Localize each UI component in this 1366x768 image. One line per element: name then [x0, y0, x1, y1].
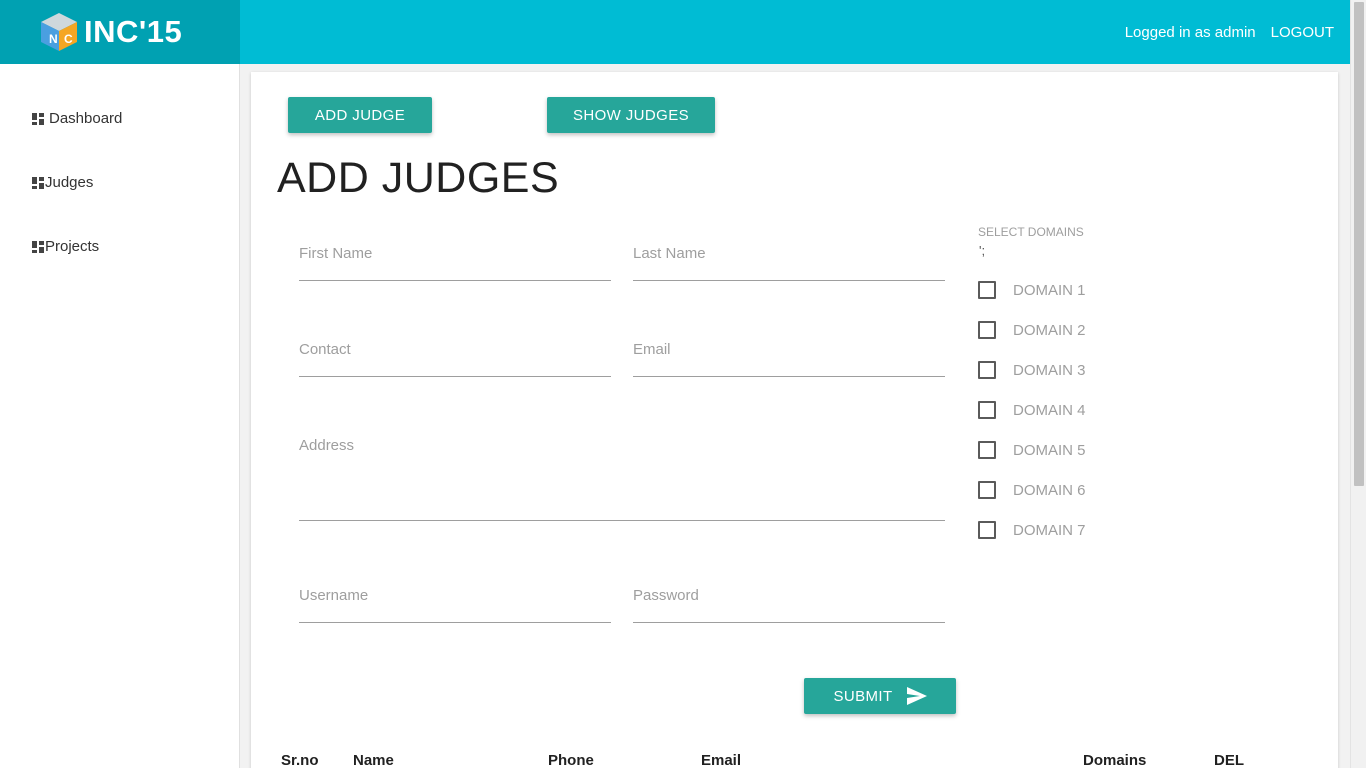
- dashboard-grid-icon: [32, 240, 44, 253]
- domain-label: DOMAIN 2: [1013, 321, 1086, 339]
- first-name-placeholder: First Name: [299, 245, 373, 262]
- domain-checkbox-6[interactable]: DOMAIN 6: [978, 481, 1086, 499]
- domain-checkbox-5[interactable]: DOMAIN 5: [978, 441, 1086, 459]
- domain-label: DOMAIN 1: [1013, 281, 1086, 299]
- submit-button[interactable]: SUBMIT: [804, 678, 956, 714]
- table-header-email: Email: [701, 752, 742, 768]
- checkbox-box: [978, 281, 996, 299]
- submit-label: SUBMIT: [833, 687, 893, 705]
- sidebar-item-label: Judges: [45, 174, 94, 191]
- last-name-placeholder: Last Name: [633, 245, 706, 262]
- table-header-domains: Domains: [1083, 752, 1147, 768]
- domain-checkbox-7[interactable]: DOMAIN 7: [978, 521, 1086, 539]
- sidebar-item-label: Dashboard: [49, 110, 123, 127]
- contact-placeholder: Contact: [299, 341, 351, 358]
- email-field[interactable]: Email: [633, 337, 945, 377]
- domain-label: DOMAIN 7: [1013, 521, 1086, 539]
- email-placeholder: Email: [633, 341, 671, 358]
- brand-logo[interactable]: N C INC'15: [0, 0, 240, 64]
- sidebar-item-projects[interactable]: Projects: [32, 238, 99, 255]
- checkbox-box: [978, 401, 996, 419]
- contact-field[interactable]: Contact: [299, 337, 611, 377]
- sidebar-item-judges[interactable]: Judges: [32, 174, 93, 191]
- checkbox-box: [978, 321, 996, 339]
- stray-text: ';: [979, 243, 986, 258]
- username-field[interactable]: Username: [299, 583, 611, 623]
- username-placeholder: Username: [299, 587, 369, 604]
- sidebar: Dashboard Judges Projects: [0, 64, 240, 768]
- password-placeholder: Password: [633, 587, 699, 604]
- table-header-name: Name: [353, 752, 394, 768]
- top-app-bar: N C INC'15 Logged in as admin LOGOUT: [0, 0, 1350, 64]
- page-scrollbar[interactable]: [1350, 0, 1366, 768]
- domain-checkbox-4[interactable]: DOMAIN 4: [978, 401, 1086, 419]
- dashboard-grid-icon: [32, 176, 44, 189]
- page-title: ADD JUDGES: [277, 154, 560, 202]
- password-field[interactable]: Password: [633, 583, 945, 623]
- last-name-field[interactable]: Last Name: [633, 241, 945, 281]
- domain-checkbox-3[interactable]: DOMAIN 3: [978, 361, 1086, 379]
- sidebar-item-label: Projects: [45, 238, 100, 255]
- logout-link[interactable]: LOGOUT: [1271, 24, 1334, 41]
- domain-checkbox-1[interactable]: DOMAIN 1: [978, 281, 1086, 299]
- checkbox-box: [978, 441, 996, 459]
- table-header-del: DEL: [1214, 752, 1244, 768]
- main-card: ADD JUDGE SHOW JUDGES ADD JUDGES First N…: [251, 72, 1338, 768]
- domain-label: DOMAIN 3: [1013, 361, 1086, 379]
- cube-letter-c: C: [64, 32, 73, 46]
- checkbox-box: [978, 481, 996, 499]
- brand-name: INC'15: [84, 14, 183, 49]
- domain-label: DOMAIN 6: [1013, 481, 1086, 499]
- add-judge-button[interactable]: ADD JUDGE: [288, 97, 432, 133]
- checkbox-box: [978, 521, 996, 539]
- sidebar-item-dashboard[interactable]: Dashboard: [32, 110, 122, 127]
- send-icon: [906, 687, 927, 705]
- top-nav: Logged in as admin LOGOUT: [1125, 0, 1334, 64]
- domain-label: DOMAIN 5: [1013, 441, 1086, 459]
- scrollbar-thumb[interactable]: [1354, 2, 1364, 486]
- domain-checkbox-2[interactable]: DOMAIN 2: [978, 321, 1086, 339]
- select-domains-label: SELECT DOMAINS: [978, 225, 1084, 239]
- table-header-phone: Phone: [548, 752, 594, 768]
- cube-logo-icon: N C: [41, 13, 77, 51]
- address-placeholder: Address: [299, 437, 355, 454]
- dashboard-grid-icon: [32, 112, 44, 125]
- checkbox-box: [978, 361, 996, 379]
- show-judges-button[interactable]: SHOW JUDGES: [547, 97, 715, 133]
- address-field[interactable]: Address: [299, 433, 945, 521]
- first-name-field[interactable]: First Name: [299, 241, 611, 281]
- cube-letter-n: N: [49, 32, 58, 46]
- logged-in-status: Logged in as admin: [1124, 23, 1256, 41]
- table-header-srno: Sr.no: [281, 752, 319, 768]
- domain-label: DOMAIN 4: [1013, 401, 1086, 419]
